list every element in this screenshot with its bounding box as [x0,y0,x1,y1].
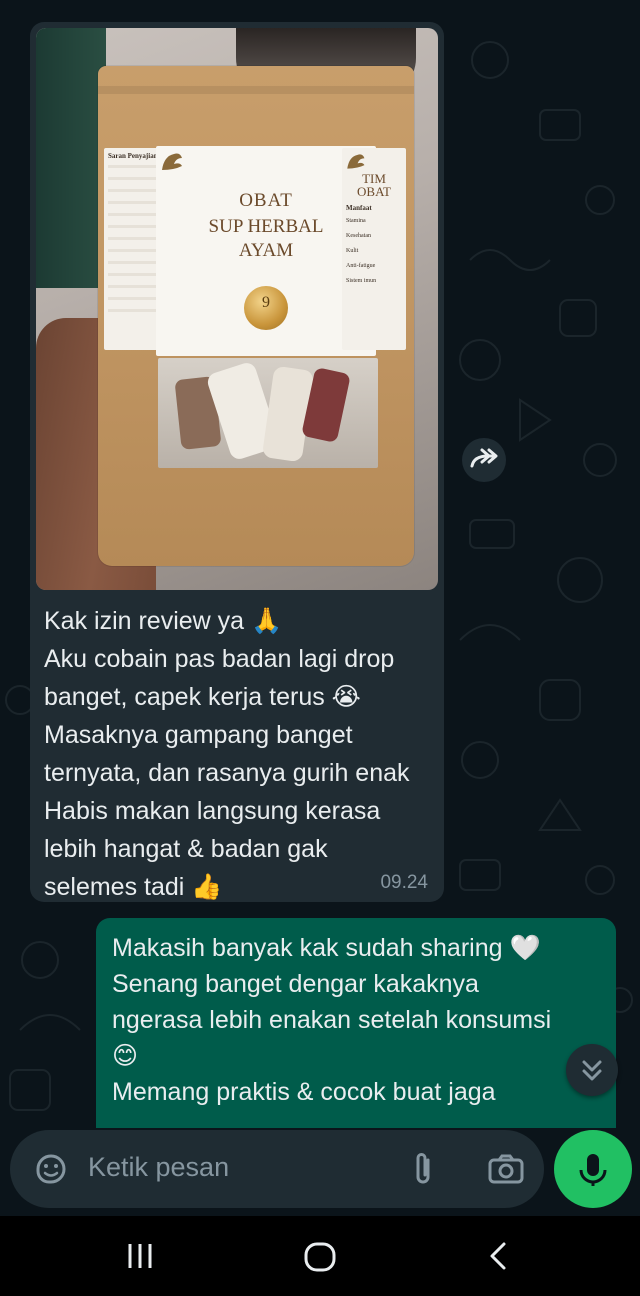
message-line: Masaknya gampang banget [44,721,353,749]
incoming-message-text: Kak izin review ya 🙏 Aku cobain pas bada… [44,602,434,906]
forward-button[interactable] [462,438,506,482]
outgoing-message-text: Makasih banyak kak sudah sharing 🤍 Senan… [112,930,592,1110]
message-line: banget, capek kerja terus 😭 [44,683,361,711]
outgoing-message-bubble[interactable]: Makasih banyak kak sudah sharing 🤍 Senan… [96,918,616,1128]
benefits-panel-title: Manfaat [346,204,372,212]
photo-background-basket [36,28,106,288]
benefit-item: Stamina [346,218,366,224]
side-brand-obat: OBAT [357,184,391,199]
message-line: Makasih banyak kak sudah sharing 🤍 [112,934,541,962]
medal-badge: 9 [244,286,288,330]
system-navigation-bar [0,1216,640,1296]
benefit-item: Kulit [346,248,359,254]
sticker-icon[interactable] [32,1150,70,1188]
message-line: Senang banget dengar kakaknya [112,970,479,998]
message-line: Memang praktis & cocok buat jaga [112,1078,496,1106]
double-chevron-down-icon [582,1060,602,1081]
medal-number: 9 [262,294,270,311]
forward-icon [470,448,498,468]
product-photo[interactable]: Saran Penyajian OBAT SUP HERBAL AYAM 9 T… [36,28,438,590]
benefit-item: Anti-fatigue [346,263,376,269]
rooster-logo-icon [162,153,182,170]
benefit-item: Kesehatan [346,233,371,239]
message-line: lebih hangat & badan gak [44,835,328,863]
message-input[interactable]: Ketik pesan [88,1152,229,1183]
paperclip-icon[interactable] [408,1150,438,1188]
message-line: Habis makan langsung kerasa [44,797,381,825]
product-pouch: Saran Penyajian OBAT SUP HERBAL AYAM 9 T… [98,66,414,566]
pouch-zip-seal [98,86,414,94]
mic-icon [579,1154,607,1186]
rooster-small-logo-icon [347,154,365,169]
message-line: ternyata, dan rasanya gurih enak [44,759,410,787]
voice-message-button[interactable] [554,1130,632,1208]
recent-apps-icon[interactable] [122,1238,158,1274]
message-composer[interactable]: Ketik pesan [10,1130,544,1208]
message-line: 😊 [112,1042,139,1070]
home-icon[interactable] [300,1238,340,1274]
pouch-window [158,358,378,468]
message-timestamp: 09.24 [380,872,428,893]
message-line: Aku cobain pas badan lagi drop [44,645,395,673]
message-line: Kak izin review ya 🙏 [44,607,283,635]
camera-icon[interactable] [486,1150,526,1188]
chat-background: Saran Penyajian OBAT SUP HERBAL AYAM 9 T… [0,0,640,1216]
incoming-message-bubble[interactable]: Saran Penyajian OBAT SUP HERBAL AYAM 9 T… [30,22,444,902]
message-line: selemes tadi 👍 [44,873,223,901]
scroll-to-bottom-button[interactable] [566,1044,618,1096]
message-line: ngerasa lebih enakan setelah konsumsi [112,1006,552,1034]
label-benefits-panel: TIM OBAT Manfaat Stamina Kesehatan Kulit… [342,148,406,350]
benefit-item: Sistem imun [346,278,377,284]
back-icon[interactable] [480,1238,516,1274]
